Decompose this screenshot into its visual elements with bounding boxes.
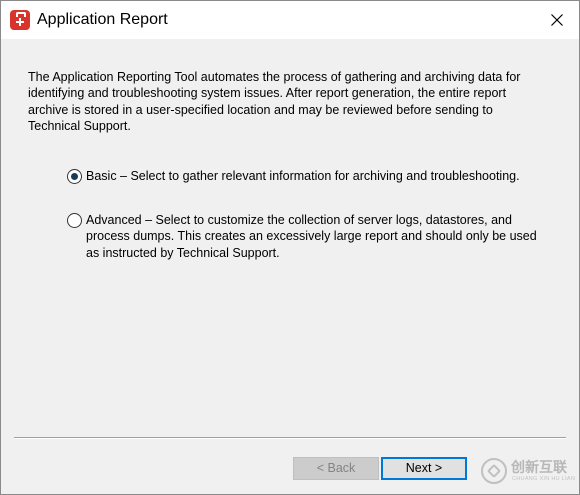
advanced-radio-button[interactable]: [67, 213, 82, 228]
dialog-content: The Application Reporting Tool automates…: [1, 39, 579, 494]
watermark-text-cn: 创新互联: [511, 460, 567, 476]
application-report-dialog: Application Report The Application Repor…: [0, 0, 580, 495]
footer-separator: [14, 437, 566, 439]
close-icon: [551, 14, 563, 26]
briefcase-medical-icon: [10, 10, 30, 30]
back-button[interactable]: < Back: [293, 457, 379, 480]
basic-option-label[interactable]: Basic – Select to gather relevant inform…: [86, 168, 538, 184]
close-button[interactable]: [535, 1, 579, 39]
basic-option[interactable]: Basic – Select to gather relevant inform…: [67, 168, 538, 184]
watermark-logo-icon: [481, 458, 507, 484]
next-button[interactable]: Next >: [381, 457, 467, 480]
watermark-logo: 创新互联 CHUANG XIN HU LIAN: [479, 454, 577, 488]
watermark-text-en: CHUANG XIN HU LIAN: [512, 476, 576, 482]
basic-radio-button[interactable]: [67, 169, 82, 184]
advanced-option-label[interactable]: Advanced – Select to customize the colle…: [86, 212, 538, 261]
intro-description: The Application Reporting Tool automates…: [28, 70, 521, 133]
title-bar: Application Report: [1, 1, 579, 39]
advanced-option[interactable]: Advanced – Select to customize the colle…: [67, 212, 538, 261]
window-title: Application Report: [37, 11, 168, 28]
